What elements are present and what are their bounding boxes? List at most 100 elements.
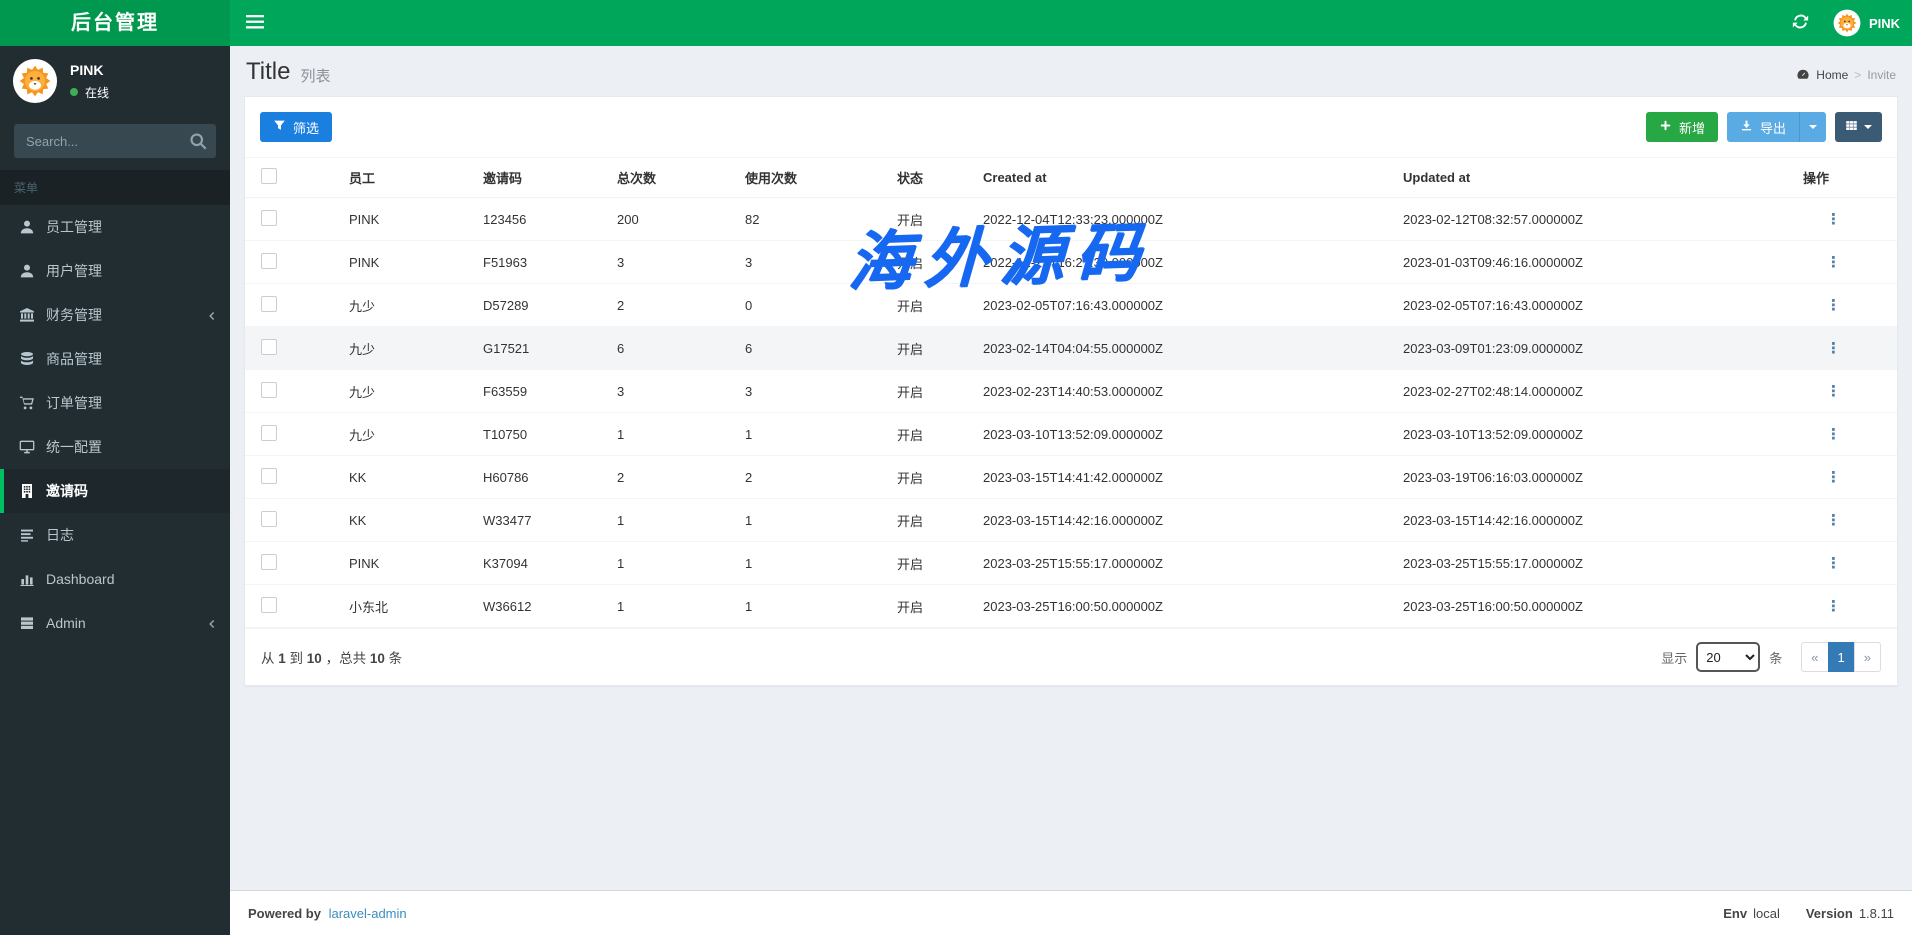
cell-invite-code: G17521 <box>469 326 603 370</box>
search-icon[interactable] <box>188 131 208 151</box>
cell-updated-at: 2023-03-25T15:55:17.000000Z <box>1389 541 1789 585</box>
cell-used-count: 1 <box>731 412 883 456</box>
row-checkbox[interactable] <box>261 382 277 398</box>
sidebar-item-label: Dashboard <box>46 571 115 587</box>
sidebar-item-products[interactable]: 商品管理 <box>0 337 230 381</box>
column-header: 使用次数 <box>731 158 883 198</box>
column-selector-button[interactable] <box>1835 112 1882 142</box>
per-page-select[interactable]: 20 <box>1696 642 1761 672</box>
row-checkbox[interactable] <box>261 511 277 527</box>
sidebar-section-label: 菜单 <box>0 170 230 205</box>
cell-status: 开启 <box>883 498 969 542</box>
row-actions-icon[interactable]: ⋮ <box>1826 383 1841 400</box>
cell-employee: PINK <box>335 197 469 241</box>
row-actions-icon[interactable]: ⋮ <box>1826 297 1841 314</box>
sidebar-item-admin[interactable]: Admin <box>0 601 230 645</box>
pager-prev-button[interactable]: « <box>1801 642 1829 672</box>
cell-invite-code: H60786 <box>469 455 603 499</box>
cell-created-at: 2023-02-14T04:04:55.000000Z <box>969 326 1389 370</box>
row-actions-icon[interactable]: ⋮ <box>1826 254 1841 271</box>
table-row: 九少 D57289 2 0 开启 2023-02-05T07:16:43.000000Z 2… <box>245 283 1897 327</box>
sidebar-item-dashboard[interactable]: Dashboard <box>0 557 230 601</box>
column-header: Created at <box>969 158 1389 198</box>
row-checkbox[interactable] <box>261 597 277 613</box>
row-actions-icon[interactable]: ⋮ <box>1826 426 1841 443</box>
breadcrumb-current: Invite <box>1867 68 1896 82</box>
cell-updated-at: 2023-01-03T09:46:16.000000Z <box>1389 240 1789 284</box>
row-actions-icon[interactable]: ⋮ <box>1826 211 1841 228</box>
page-footer: Powered by laravel-admin Env local Versi… <box>230 890 1912 935</box>
cell-created-at: 2023-03-10T13:52:09.000000Z <box>969 412 1389 456</box>
chevron-left-icon <box>206 309 218 321</box>
table-row: 小东北 W36612 1 1 开启 2023-03-25T16:00:50.000000Z… <box>245 584 1897 628</box>
filter-button[interactable]: 筛选 <box>260 112 333 142</box>
row-actions-icon[interactable]: ⋮ <box>1826 512 1841 529</box>
sidebar-item-config[interactable]: 统一配置 <box>0 425 230 469</box>
cell-employee: 九少 <box>335 283 469 327</box>
cell-created-at: 2023-03-15T14:41:42.000000Z <box>969 455 1389 499</box>
cell-updated-at: 2023-02-27T02:48:14.000000Z <box>1389 369 1789 413</box>
select-all-checkbox[interactable] <box>261 168 277 184</box>
table-body: PINK 123456 200 82 开启 2022-12-04T12:33:23.000… <box>245 197 1897 628</box>
grid-box: 筛选 新增 导出 员工 邀请码 总次数 使用次数 状态 Created at U… <box>244 96 1898 686</box>
cell-employee: PINK <box>335 240 469 284</box>
main-content: Title 列表 Home > Invite 筛选 新增 导出 员工 邀请码 总… <box>230 46 1912 890</box>
user-avatar-icon <box>1833 9 1861 37</box>
sidebar-search-input[interactable] <box>14 124 216 158</box>
sidebar-item-staff[interactable]: 员工管理 <box>0 205 230 249</box>
tasks-icon <box>18 615 35 632</box>
cell-employee: 九少 <box>335 326 469 370</box>
database-icon <box>18 351 35 368</box>
sidebar: PINK 在线 菜单 员工管理用户管理财务管理商品管理订单管理统一配置邀请码日志… <box>0 46 230 935</box>
export-button[interactable]: 导出 <box>1726 112 1799 142</box>
version-label: Version <box>1805 905 1853 921</box>
sidebar-item-label: 日志 <box>46 527 74 543</box>
cell-status: 开启 <box>883 197 969 241</box>
pager: « 1 » <box>1801 642 1881 672</box>
row-checkbox[interactable] <box>261 253 277 269</box>
table-grid-icon <box>1845 119 1858 135</box>
cell-created-at: 2023-03-15T14:42:16.000000Z <box>969 498 1389 542</box>
column-header: 总次数 <box>603 158 731 198</box>
refresh-icon <box>1792 13 1809 33</box>
cell-used-count: 0 <box>731 283 883 327</box>
row-checkbox[interactable] <box>261 296 277 312</box>
cell-used-count: 1 <box>731 498 883 542</box>
cell-status: 开启 <box>883 412 969 456</box>
sidebar-item-invite[interactable]: 邀请码 <box>0 469 230 513</box>
brand-logo[interactable]: 后台管理 <box>0 0 230 46</box>
cell-created-at: 2023-02-23T14:40:53.000000Z <box>969 369 1389 413</box>
cell-updated-at: 2023-03-19T06:16:03.000000Z <box>1389 455 1789 499</box>
row-actions-icon[interactable]: ⋮ <box>1826 555 1841 572</box>
add-button[interactable]: 新增 <box>1645 112 1718 142</box>
sidebar-toggle-button[interactable] <box>230 0 280 46</box>
row-checkbox[interactable] <box>261 210 277 226</box>
desktop-icon <box>18 439 35 456</box>
pager-page-1-button[interactable]: 1 <box>1827 642 1855 672</box>
row-checkbox[interactable] <box>261 468 277 484</box>
sidebar-item-logs[interactable]: 日志 <box>0 513 230 557</box>
sidebar-item-orders[interactable]: 订单管理 <box>0 381 230 425</box>
env-value: local <box>1753 905 1780 921</box>
laravel-admin-link[interactable]: laravel-admin <box>329 906 407 921</box>
cell-employee: KK <box>335 498 469 542</box>
pager-next-button[interactable]: » <box>1853 642 1881 672</box>
navbar-user-menu[interactable]: PINK <box>1823 0 1912 46</box>
row-checkbox[interactable] <box>261 554 277 570</box>
export-dropdown-toggle[interactable] <box>1799 112 1826 142</box>
sidebar-item-users[interactable]: 用户管理 <box>0 249 230 293</box>
row-actions-icon[interactable]: ⋮ <box>1826 469 1841 486</box>
cell-invite-code: F63559 <box>469 369 603 413</box>
cell-total-count: 1 <box>603 584 731 628</box>
sidebar-item-finance[interactable]: 财务管理 <box>0 293 230 337</box>
grid-toolbar: 筛选 新增 导出 <box>245 97 1897 158</box>
row-checkbox[interactable] <box>261 425 277 441</box>
per-page-label: 显示 <box>1661 650 1688 666</box>
refresh-button[interactable] <box>1778 0 1823 46</box>
row-actions-icon[interactable]: ⋮ <box>1826 340 1841 357</box>
row-actions-icon[interactable]: ⋮ <box>1826 598 1841 615</box>
cell-invite-code: K37094 <box>469 541 603 585</box>
breadcrumb-home-link[interactable]: Home <box>1816 68 1848 82</box>
row-checkbox[interactable] <box>261 339 277 355</box>
page-title: Title <box>246 58 291 85</box>
